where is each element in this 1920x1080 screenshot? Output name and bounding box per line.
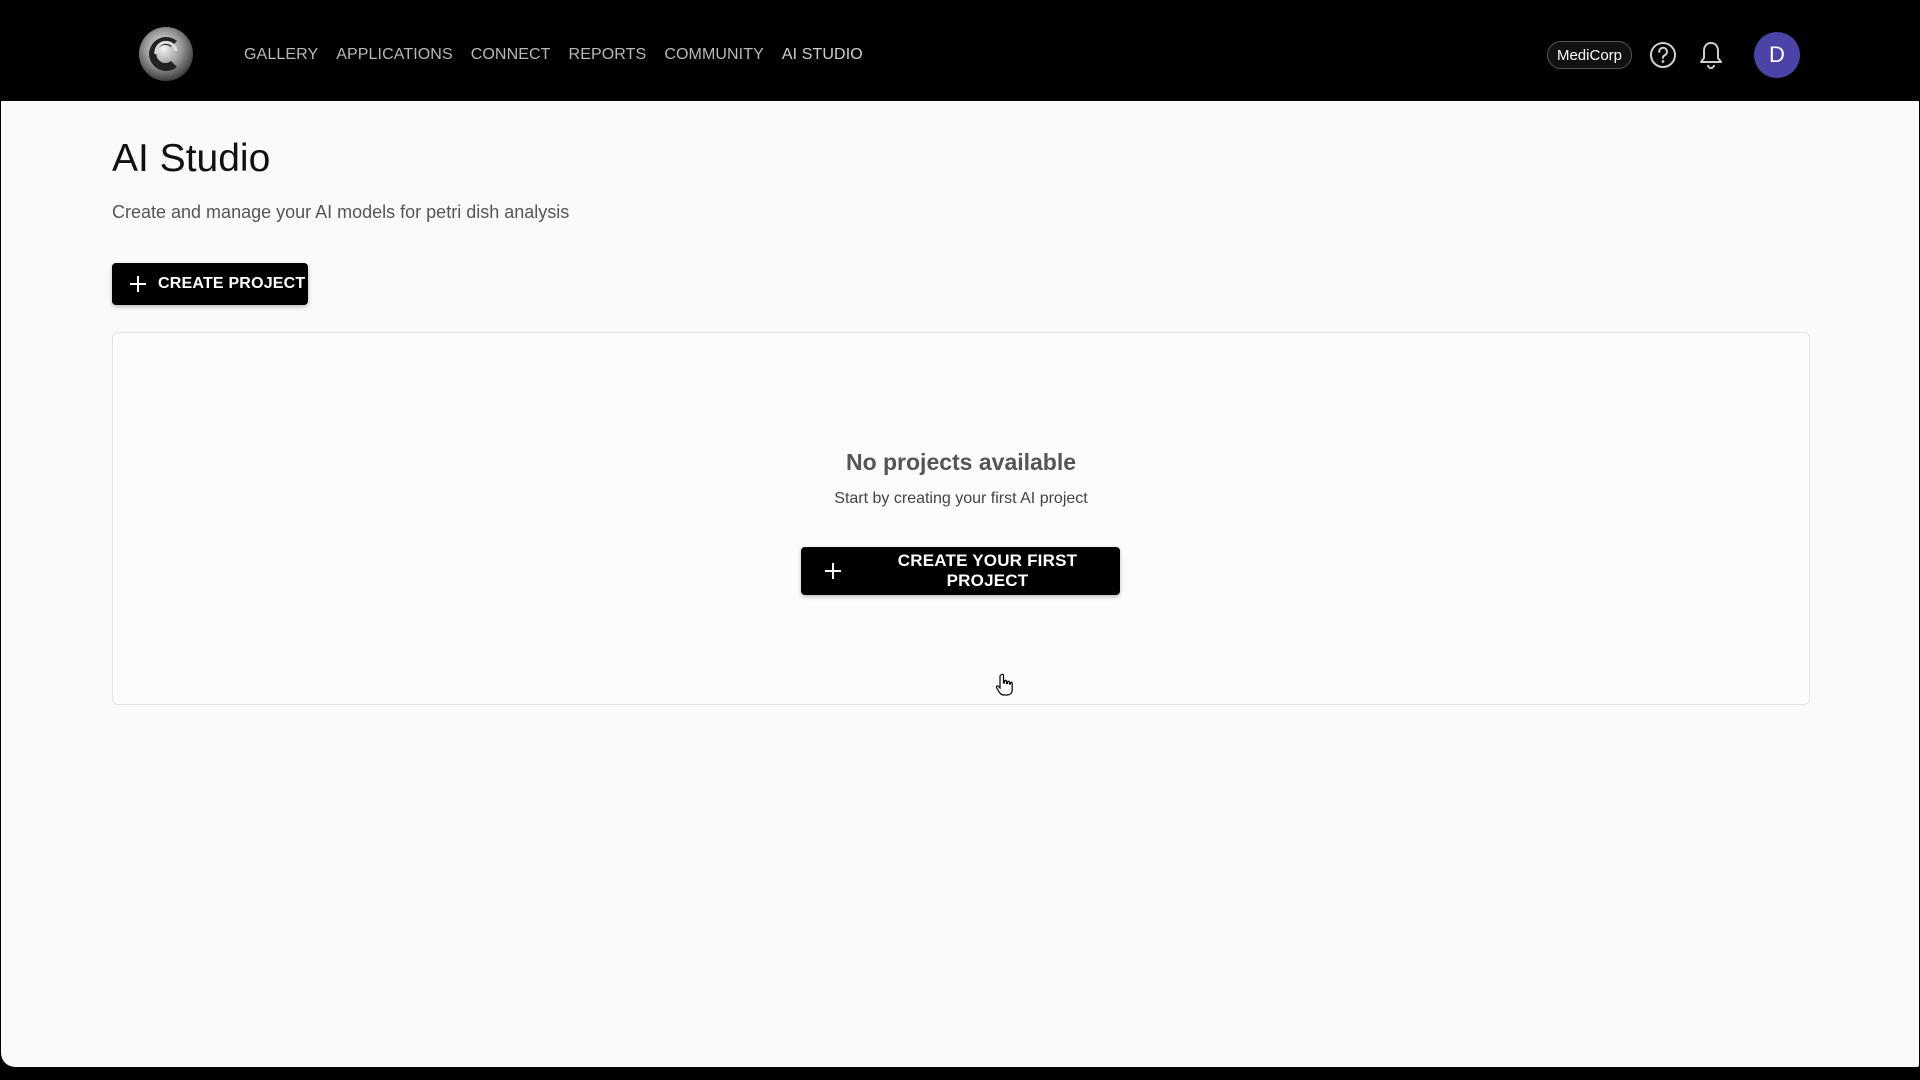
nav-gallery[interactable]: GALLERY bbox=[244, 40, 318, 70]
create-first-project-button[interactable]: CREATE YOUR FIRST PROJECT bbox=[801, 547, 1120, 595]
page-title: AI Studio bbox=[112, 137, 271, 180]
main-nav: GALLERY APPLICATIONS CONNECT REPORTS COM… bbox=[244, 0, 863, 110]
organization-selector[interactable]: MediCorp bbox=[1546, 41, 1632, 69]
notification-bell-icon[interactable] bbox=[1694, 38, 1728, 72]
plus-icon bbox=[825, 563, 841, 579]
main-content: AI Studio Create and manage your AI mode… bbox=[1, 101, 1919, 1067]
nav-ai-studio[interactable]: AI STUDIO bbox=[782, 40, 863, 70]
create-project-button[interactable]: CREATE PROJECT bbox=[112, 263, 308, 305]
nav-applications[interactable]: APPLICATIONS bbox=[336, 40, 453, 70]
help-icon[interactable] bbox=[1646, 38, 1680, 72]
plus-icon bbox=[130, 276, 146, 292]
page-subtitle: Create and manage your AI models for pet… bbox=[112, 202, 570, 222]
projects-empty-state-card: No projects available Start by creating … bbox=[112, 332, 1810, 705]
empty-state-title: No projects available bbox=[845, 449, 1077, 475]
window-bottom-edge bbox=[0, 1067, 1920, 1080]
nav-community[interactable]: COMMUNITY bbox=[664, 40, 764, 70]
create-first-project-label: CREATE YOUR FIRST PROJECT bbox=[897, 551, 1078, 590]
create-project-label: CREATE PROJECT bbox=[158, 275, 306, 292]
header-tools: MediCorp D bbox=[1546, 0, 1800, 110]
top-navigation-bar: GALLERY APPLICATIONS CONNECT REPORTS COM… bbox=[0, 0, 1920, 100]
nav-connect[interactable]: CONNECT bbox=[471, 40, 551, 70]
empty-state-description: Start by creating your first AI project bbox=[834, 490, 1088, 507]
nav-reports[interactable]: REPORTS bbox=[569, 40, 647, 70]
app-logo-icon[interactable] bbox=[136, 24, 196, 84]
user-avatar[interactable]: D bbox=[1754, 32, 1800, 78]
